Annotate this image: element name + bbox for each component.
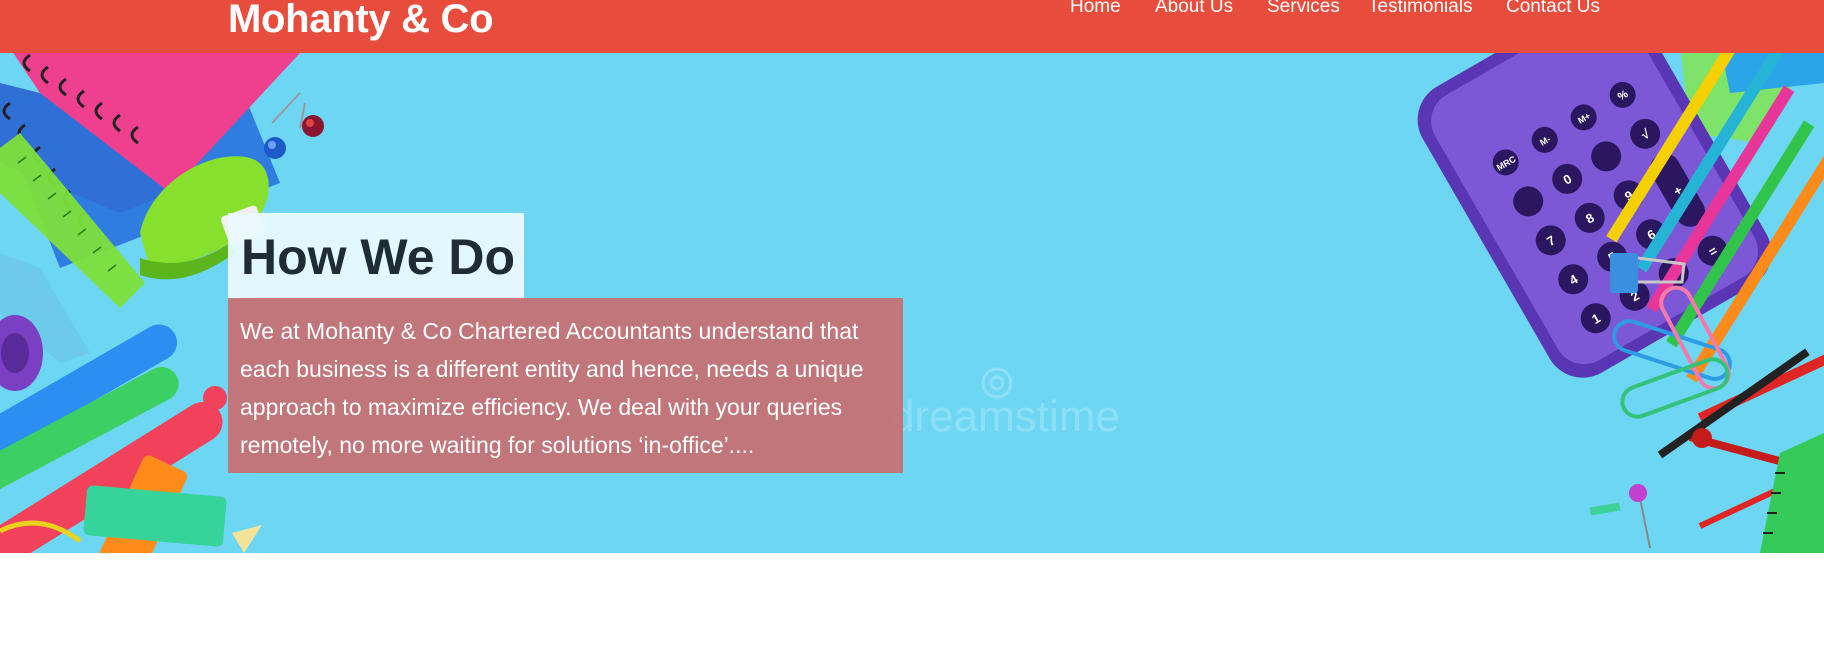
nav-item-services[interactable]: Services xyxy=(1267,0,1340,22)
nav-item-testimonials[interactable]: Testimonials xyxy=(1368,0,1473,22)
purple-push-pin-icon xyxy=(1589,484,1651,549)
hero-title-box: How We Do xyxy=(228,213,524,299)
hero-description-box: We at Mohanty & Co Chartered Accountants… xyxy=(228,298,903,473)
push-pin-icons xyxy=(264,92,324,159)
main-nav: Home About Us Services Testimonials Cont… xyxy=(1070,0,1610,22)
nav-item-about-us[interactable]: About Us xyxy=(1155,0,1233,22)
top-navbar: Mohanty & Co Home About Us Services Test… xyxy=(0,0,1824,53)
nav-item-home[interactable]: Home xyxy=(1070,0,1121,22)
hero-description: We at Mohanty & Co Chartered Accountants… xyxy=(240,318,864,458)
dreamstime-watermark: dreamstime xyxy=(890,367,1120,441)
hero-title: How We Do xyxy=(241,229,516,285)
brand-logo-link[interactable]: Mohanty & Co xyxy=(228,0,494,42)
watermark-text: dreamstime xyxy=(890,392,1120,441)
nav-item-contact-us[interactable]: Contact Us xyxy=(1506,0,1600,22)
hero-banner: dreamstime MRC M- M+ % √ 7 8 9 4 6 1 2 0… xyxy=(0,53,1824,553)
